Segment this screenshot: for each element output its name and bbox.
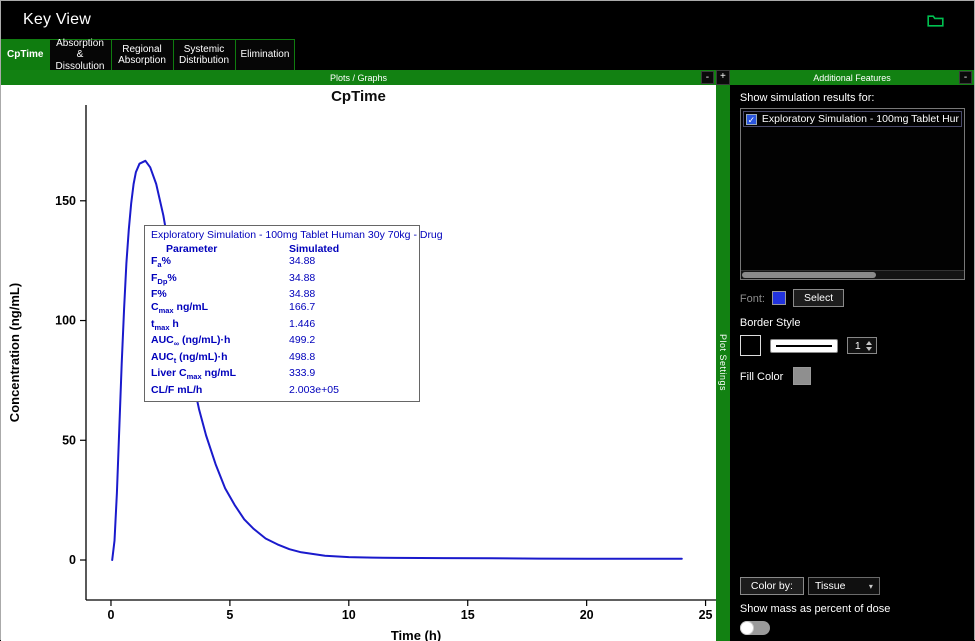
svg-text:100: 100 — [55, 314, 76, 328]
simulation-list: ✓ Exploratory Simulation - 100mg Tablet H… — [741, 109, 964, 270]
tooltip-row: AUC∞ (ng/mL)·h499.2 — [151, 334, 413, 351]
simulation-checkbox[interactable]: ✓ — [746, 114, 757, 125]
mass-percent-toggle[interactable] — [740, 621, 770, 635]
tab-cptime[interactable]: CpTime — [2, 40, 50, 70]
svg-text:20: 20 — [580, 608, 594, 622]
border-width-value: 1 — [855, 340, 861, 352]
svg-text:0: 0 — [69, 553, 76, 567]
tooltip-col-simulated: Simulated — [289, 243, 339, 255]
tooltip-rows: Fa%34.88FDp%34.88F%34.88Cmax ng/mL166.7t… — [151, 255, 413, 397]
border-style-row: 1 — [740, 335, 965, 356]
plot-settings-strip[interactable]: + Plot Settings — [716, 70, 730, 641]
plots-graphs-panel: Plots / Graphs - CpTime 0510152025050100… — [1, 70, 716, 641]
spinner-arrows-icon[interactable] — [866, 341, 872, 351]
window-title: Key View — [23, 11, 91, 29]
tab-systemic-distribution[interactable]: Systemic Distribution — [174, 40, 236, 70]
plot-settings-label: Plot Settings — [718, 334, 728, 391]
simulation-label: Exploratory Simulation - 100mg Tablet Hu… — [762, 113, 959, 125]
svg-text:150: 150 — [55, 194, 76, 208]
additional-features-panel: Additional Features - Show simulation re… — [730, 70, 974, 641]
tab-absorption-dissolution[interactable]: Absorption & Dissolution — [50, 40, 112, 70]
svg-text:0: 0 — [107, 608, 114, 622]
tissue-dropdown[interactable]: Tissue ▾ — [808, 577, 880, 595]
horizontal-scrollbar[interactable] — [741, 270, 964, 279]
border-style-label: Border Style — [740, 317, 965, 329]
tooltip-row: Cmax ng/mL166.7 — [151, 301, 413, 318]
tooltip-row: Fa%34.88 — [151, 255, 413, 272]
key-view-window: Key View CpTimeAbsorption & DissolutionR… — [0, 0, 975, 640]
tooltip-row: tmax h1.446 — [151, 318, 413, 335]
chart-area: CpTime 0510152025050100150Time (h)Concen… — [1, 85, 716, 641]
line-style-preview-icon — [776, 345, 832, 347]
svg-text:15: 15 — [461, 608, 475, 622]
tooltip-header: Parameter Simulated — [151, 243, 413, 255]
results-tooltip[interactable]: Exploratory Simulation - 100mg Tablet Hu… — [144, 225, 420, 402]
svg-text:25: 25 — [699, 608, 713, 622]
additional-features-header: Additional Features - — [730, 70, 974, 85]
minimize-plots-button[interactable]: - — [701, 71, 714, 84]
tab-regional-absorption[interactable]: Regional Absorption — [112, 40, 174, 70]
tab-bar: CpTimeAbsorption & DissolutionRegional A… — [1, 39, 974, 70]
mass-percent-label: Show mass as percent of dose — [740, 603, 965, 615]
svg-text:10: 10 — [342, 608, 356, 622]
svg-text:50: 50 — [62, 433, 76, 447]
plots-graphs-header-label: Plots / Graphs — [330, 73, 387, 83]
show-results-label: Show simulation results for: — [740, 92, 965, 104]
font-select-button[interactable]: Select — [793, 289, 844, 307]
tooltip-row: F%34.88 — [151, 288, 413, 301]
plots-graphs-header: Plots / Graphs - — [1, 70, 716, 85]
tab-elimination[interactable]: Elimination — [236, 40, 296, 70]
minimize-features-button[interactable]: - — [959, 71, 972, 84]
bottom-controls: Color by: Tissue ▾ Show mass as percent … — [740, 577, 965, 635]
tooltip-title: Exploratory Simulation - 100mg Tablet Hu… — [151, 229, 413, 241]
line-style-dropdown[interactable] — [770, 339, 838, 353]
border-color-swatch[interactable] — [740, 335, 761, 356]
simulation-listbox[interactable]: ✓ Exploratory Simulation - 100mg Tablet H… — [740, 108, 965, 280]
tooltip-row: Liver Cmax ng/mL333.9 — [151, 367, 413, 384]
scrollbar-thumb[interactable] — [742, 272, 876, 278]
tooltip-row: AUCt (ng/mL)·h498.8 — [151, 351, 413, 368]
spin-down-icon[interactable] — [866, 347, 872, 351]
additional-features-header-label: Additional Features — [813, 73, 891, 83]
svg-text:Time (h): Time (h) — [391, 628, 441, 641]
fill-color-row: Fill Color — [740, 367, 965, 385]
tooltip-col-parameter: Parameter — [151, 243, 289, 255]
tooltip-row: CL/F mL/h2.003e+05 — [151, 384, 413, 397]
fill-color-label: Fill Color — [740, 371, 783, 383]
svg-text:5: 5 — [226, 608, 233, 622]
font-row: Font: Select — [740, 289, 965, 307]
expand-settings-button[interactable]: + — [716, 70, 730, 85]
chevron-down-icon: ▾ — [869, 582, 873, 591]
toggle-knob[interactable] — [740, 621, 754, 635]
svg-text:Concentration (ng/mL): Concentration (ng/mL) — [7, 283, 22, 422]
tooltip-row: FDp%34.88 — [151, 272, 413, 289]
font-label: Font: — [740, 293, 765, 305]
border-width-spinner[interactable]: 1 — [847, 337, 877, 354]
font-color-swatch[interactable] — [772, 291, 786, 305]
color-by-row: Color by: Tissue ▾ — [740, 577, 965, 595]
tab-group: CpTimeAbsorption & DissolutionRegional A… — [1, 39, 295, 70]
titlebar: Key View — [1, 1, 974, 39]
fill-color-swatch[interactable] — [793, 367, 811, 385]
additional-features-body: Show simulation results for: ✓ Explorator… — [730, 85, 974, 641]
open-folder-icon[interactable] — [927, 14, 944, 27]
main-area: Plots / Graphs - CpTime 0510152025050100… — [1, 70, 974, 641]
color-by-button[interactable]: Color by: — [740, 577, 804, 595]
spin-up-icon[interactable] — [866, 341, 872, 345]
tissue-dropdown-value: Tissue — [815, 580, 846, 592]
simulation-list-item[interactable]: ✓ Exploratory Simulation - 100mg Tablet H… — [743, 111, 962, 127]
